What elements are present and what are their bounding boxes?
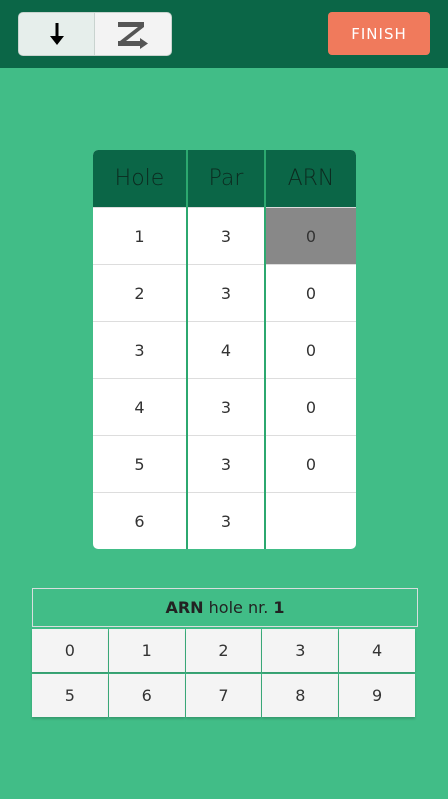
keypad-key-3[interactable]: 3 bbox=[262, 629, 339, 672]
par-cell: 3 bbox=[188, 492, 264, 549]
scorecard-table: Hole 1 2 3 4 5 6 Par 3 3 4 3 3 3 ARN 0 0… bbox=[93, 150, 356, 549]
prompt-player: ARN bbox=[165, 598, 204, 617]
top-bar: FINISH bbox=[0, 0, 448, 68]
score-keypad: 0 1 2 3 4 5 6 7 8 9 bbox=[32, 629, 415, 718]
view-toggle bbox=[18, 12, 172, 56]
keypad-key-2[interactable]: 2 bbox=[185, 629, 262, 672]
score-cell[interactable]: 0 bbox=[266, 435, 356, 492]
keypad-key-0[interactable]: 0 bbox=[32, 629, 108, 672]
header-player: ARN bbox=[266, 150, 356, 207]
score-cell[interactable]: 0 bbox=[266, 378, 356, 435]
keypad-key-6[interactable]: 6 bbox=[108, 674, 185, 717]
keypad-key-8[interactable]: 8 bbox=[262, 674, 339, 717]
switch-view-button[interactable] bbox=[95, 13, 171, 55]
hole-cell: 2 bbox=[93, 264, 186, 321]
sort-down-button[interactable] bbox=[19, 13, 95, 55]
hole-cell: 6 bbox=[93, 492, 186, 549]
par-cell: 3 bbox=[188, 207, 264, 264]
header-par: Par bbox=[188, 150, 264, 207]
header-hole: Hole bbox=[93, 150, 186, 207]
hole-cell: 1 bbox=[93, 207, 186, 264]
score-cell[interactable] bbox=[266, 492, 356, 549]
hole-cell: 5 bbox=[93, 435, 186, 492]
keypad-key-5[interactable]: 5 bbox=[32, 674, 108, 717]
player-column-arn: ARN 0 0 0 0 0 bbox=[264, 150, 356, 549]
par-cell: 3 bbox=[188, 435, 264, 492]
finish-button[interactable]: FINISH bbox=[328, 12, 430, 55]
score-entry-prompt: ARN hole nr. 1 bbox=[32, 588, 418, 627]
arrow-down-icon bbox=[49, 23, 64, 45]
score-cell[interactable]: 0 bbox=[266, 321, 356, 378]
score-cell[interactable]: 0 bbox=[266, 264, 356, 321]
par-cell: 4 bbox=[188, 321, 264, 378]
par-column: Par 3 3 4 3 3 3 bbox=[186, 150, 264, 549]
par-cell: 3 bbox=[188, 264, 264, 321]
hole-cell: 3 bbox=[93, 321, 186, 378]
keypad-key-1[interactable]: 1 bbox=[108, 629, 185, 672]
keypad-key-4[interactable]: 4 bbox=[339, 629, 415, 672]
hole-cell: 4 bbox=[93, 378, 186, 435]
hole-column: Hole 1 2 3 4 5 6 bbox=[93, 150, 186, 549]
swap-icon bbox=[118, 22, 148, 49]
score-cell-selected[interactable]: 0 bbox=[266, 207, 356, 264]
prompt-text: hole nr. bbox=[208, 598, 269, 617]
prompt-hole-number: 1 bbox=[273, 598, 285, 617]
par-cell: 3 bbox=[188, 378, 264, 435]
keypad-key-9[interactable]: 9 bbox=[339, 674, 415, 717]
keypad-key-7[interactable]: 7 bbox=[185, 674, 262, 717]
